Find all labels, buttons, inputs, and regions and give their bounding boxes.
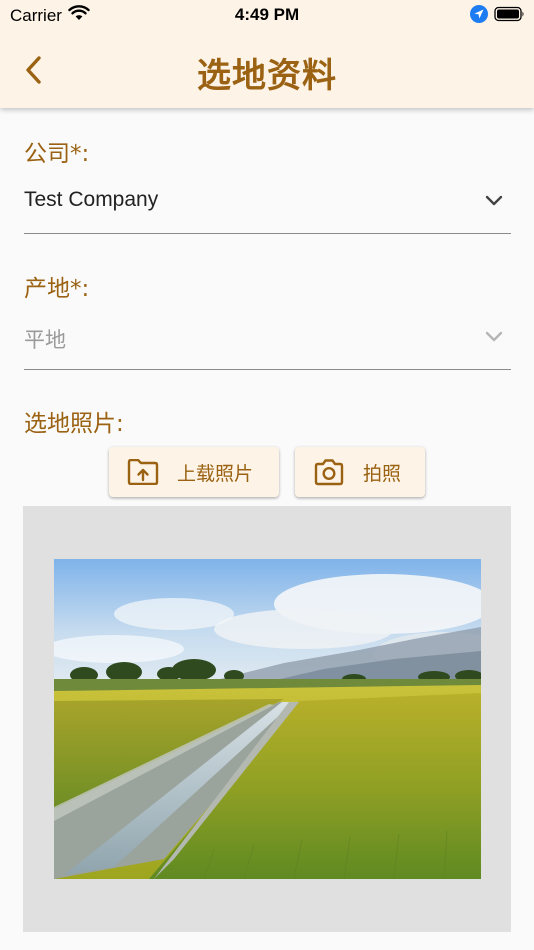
page-title: 选地资料 [197,56,337,96]
upload-folder-icon [127,459,159,485]
upload-photo-label: 上载照片 [177,462,254,485]
status-time: 4:49 PM [234,5,300,24]
status-indicators [470,5,526,28]
origin-label: 产地*: [24,276,90,302]
navigation-bar: 选地资料 [0,40,534,100]
chevron-down-icon [485,195,503,206]
location-icon [470,5,488,28]
company-label: 公司*: [24,141,90,167]
photo-preview-area [23,506,511,932]
origin-select-placeholder: 平地 [24,328,66,352]
company-select[interactable]: Test Company [24,182,511,234]
upload-photo-button[interactable]: 上载照片 [109,447,279,497]
photos-label: 选地照片: [24,411,124,437]
field-photo[interactable] [54,559,481,879]
camera-icon [314,459,344,486]
status-bar: Carrier 4:49 PM [0,0,534,30]
company-select-value: Test Company [24,188,159,211]
chevron-down-icon [485,331,503,342]
origin-select[interactable]: 平地 [24,318,511,370]
take-photo-label: 拍照 [363,462,402,485]
take-photo-button[interactable]: 拍照 [295,447,425,497]
app-header: Carrier 4:49 PM 选地资料 [0,0,534,108]
battery-icon [494,6,526,27]
